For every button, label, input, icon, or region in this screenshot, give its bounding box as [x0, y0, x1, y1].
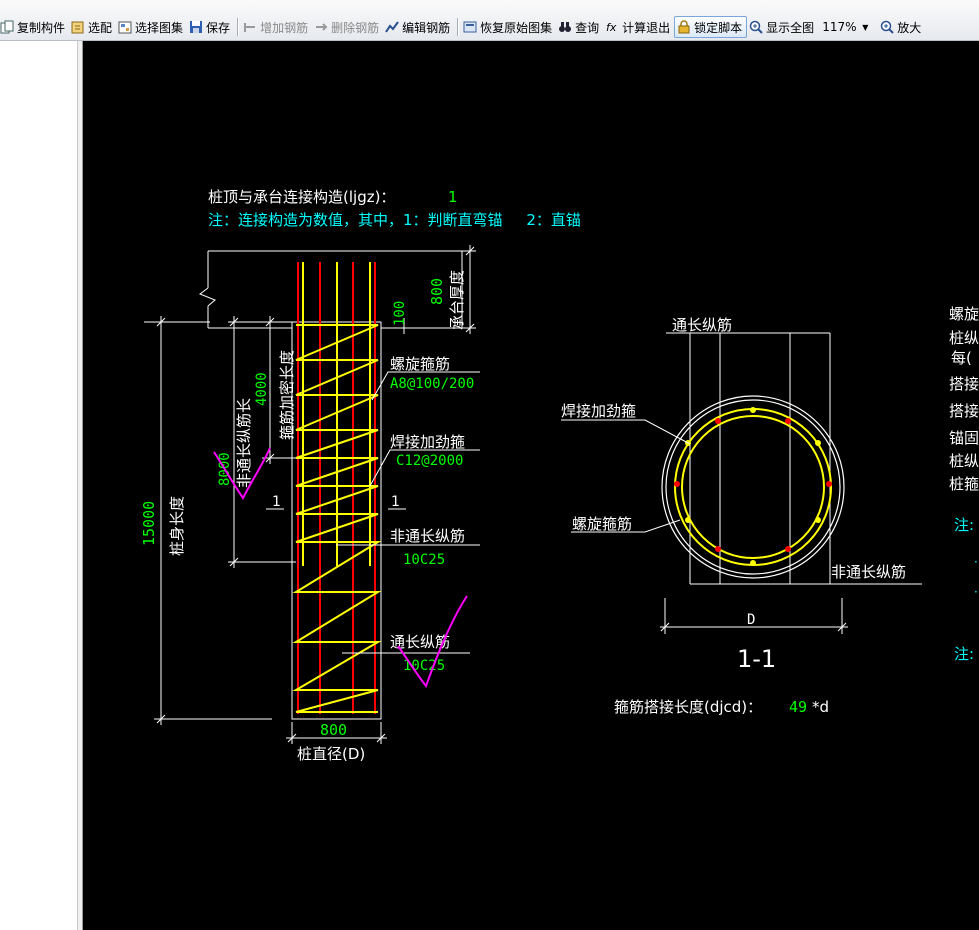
- section-mark-left: 1: [272, 494, 281, 510]
- toolbar-row: 复制构件 选配 选择图集 保存 增加钢筋 删除钢筋 编辑钢筋 恢复原始图集 查询…: [0, 16, 925, 38]
- zoom-in-icon: [880, 20, 894, 34]
- side-text: 每(: [951, 349, 972, 367]
- copy-component-button[interactable]: 复制构件: [0, 16, 69, 38]
- section-weld-label: 焊接加劲箍: [561, 402, 636, 420]
- lap-length-unit: *d: [812, 698, 829, 716]
- delete-rebar-button[interactable]: 删除钢筋: [312, 16, 383, 38]
- toolbar: 复制构件 选配 选择图集 保存 增加钢筋 删除钢筋 编辑钢筋 恢复原始图集 查询…: [0, 0, 979, 41]
- calc-exit-button[interactable]: fx 计算退出: [603, 16, 674, 38]
- lock-script-label: 锁定脚本: [694, 20, 743, 35]
- zoom-in-button[interactable]: 放大: [878, 16, 925, 38]
- copy-icon: [0, 20, 14, 34]
- select-atlas-label: 选择图集: [135, 20, 184, 35]
- add-rebar-icon: [243, 20, 257, 34]
- section-d-label: D: [747, 612, 755, 628]
- edit-rebar-button[interactable]: 编辑钢筋: [383, 16, 454, 38]
- lap-length-value[interactable]: 49: [789, 698, 807, 716]
- lock-icon: [677, 20, 691, 34]
- side-text: 锚固: [949, 429, 979, 447]
- delete-rebar-icon: [314, 20, 328, 34]
- connection-note: 注：连接构造为数值，其中，1：判断直弯锚 2：直锚: [208, 211, 581, 229]
- copy-component-label: 复制构件: [17, 20, 66, 35]
- add-rebar-label: 增加钢筋: [260, 20, 309, 35]
- section-mark-right: 1: [391, 494, 400, 510]
- pile-cap-outline: [198, 250, 463, 329]
- lock-script-button[interactable]: 锁定脚本: [674, 16, 748, 38]
- show-all-label: 显示全图: [766, 20, 815, 35]
- binoculars-icon: [558, 20, 572, 34]
- show-all-button[interactable]: 显示全图: [747, 16, 818, 38]
- select-atlas-button[interactable]: 选择图集: [116, 16, 187, 38]
- nonfull-length-label: 非通长纵筋长: [235, 398, 253, 488]
- weld-value[interactable]: C12@2000: [396, 453, 463, 469]
- dense-zone-label: 箍筋加密长度: [278, 350, 296, 440]
- select-label: 选配: [88, 20, 113, 35]
- diameter-value[interactable]: 800: [320, 721, 347, 739]
- side-text: 桩纵: [949, 329, 979, 347]
- cap-thickness-label: 承台厚度: [448, 270, 466, 330]
- connection-header: 桩顶与承台连接构造(ljgz)：: [208, 188, 395, 206]
- spiral-value[interactable]: A8@100/200: [390, 376, 474, 392]
- calc-exit-label: 计算退出: [622, 20, 671, 35]
- restore-atlas-label: 恢复原始图集: [480, 20, 553, 35]
- dense-zone-value[interactable]: 4000: [254, 372, 270, 406]
- query-button[interactable]: 查询: [556, 16, 603, 38]
- anchor-length-value[interactable]: 100: [392, 301, 408, 326]
- side-note-fragment: ·: [974, 555, 978, 569]
- save-label: 保存: [206, 20, 231, 35]
- diameter-label: 桩直径(D): [297, 745, 365, 763]
- side-text: 螺旋: [949, 305, 979, 323]
- weld-label: 焊接加劲箍: [390, 433, 465, 451]
- zoom-in-label: 放大: [897, 20, 922, 35]
- svg-text:fx: fx: [606, 21, 617, 34]
- component-tree-panel[interactable]: [0, 41, 78, 930]
- pile-length-value[interactable]: 15000: [140, 501, 158, 546]
- toolbar-separator: [237, 18, 239, 36]
- section-guide-lines: [666, 332, 922, 585]
- full-value[interactable]: 10C25: [403, 658, 445, 674]
- section-full-label: 通长纵筋: [672, 316, 732, 334]
- edit-rebar-icon: [385, 20, 399, 34]
- cad-drawing: 桩顶与承台连接构造(ljgz)： 1 注：连接构造为数值，其中，1：判断直弯锚 …: [140, 188, 979, 763]
- side-text: 搭接: [949, 375, 979, 393]
- select-button[interactable]: 选配: [69, 16, 116, 38]
- restore-icon: [463, 20, 477, 34]
- connection-value[interactable]: 1: [448, 188, 458, 206]
- side-note-fragment: ·: [974, 585, 978, 599]
- function-icon: fx: [605, 20, 619, 34]
- toolbar-separator: [457, 18, 459, 36]
- drawing-canvas[interactable]: 桩顶与承台连接构造(ljgz)： 1 注：连接构造为数值，其中，1：判断直弯锚 …: [83, 41, 979, 930]
- side-text: 桩纵: [949, 452, 979, 470]
- select-icon: [71, 20, 85, 34]
- add-rebar-button[interactable]: 增加钢筋: [241, 16, 312, 38]
- save-icon: [189, 20, 203, 34]
- pile-length-dimension: [144, 316, 272, 725]
- zoom-extents-icon: [749, 20, 763, 34]
- section-circles: [661, 395, 845, 579]
- side-text: 搭接: [949, 402, 979, 420]
- query-label: 查询: [575, 20, 600, 35]
- zoom-value: 117%: [822, 20, 857, 34]
- section-spiral-label: 螺旋箍筋: [572, 515, 632, 533]
- side-note: 注:: [954, 516, 974, 534]
- section-nonfull-label: 非通长纵筋: [831, 563, 906, 581]
- edit-rebar-label: 编辑钢筋: [402, 20, 451, 35]
- longitudinal-bars: [297, 262, 376, 714]
- atlas-icon: [118, 20, 132, 34]
- zoom-select[interactable]: 117% ▼: [822, 18, 874, 36]
- nonfull-label: 非通长纵筋: [390, 527, 465, 545]
- side-note: 注:: [954, 645, 974, 663]
- cap-thickness-value[interactable]: 800: [428, 278, 446, 305]
- restore-atlas-button[interactable]: 恢复原始图集: [461, 16, 556, 38]
- spiral-label: 螺旋箍筋: [390, 355, 450, 373]
- section-title: 1-1: [737, 645, 776, 673]
- lap-length-label: 箍筋搭接长度(djcd)：: [614, 698, 762, 716]
- nonfull-value[interactable]: 10C25: [403, 552, 445, 568]
- side-text: 桩箍: [949, 475, 979, 493]
- chevron-down-icon[interactable]: ▼: [857, 23, 875, 32]
- pile-length-label: 桩身长度: [168, 496, 186, 556]
- save-button[interactable]: 保存: [187, 16, 234, 38]
- delete-rebar-label: 删除钢筋: [331, 20, 380, 35]
